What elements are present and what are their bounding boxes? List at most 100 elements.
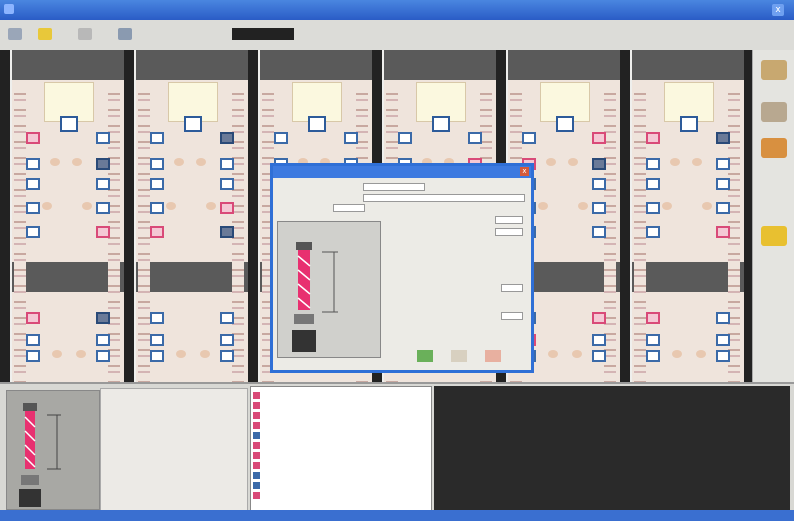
app-icon [4, 4, 14, 14]
ok-check-icon[interactable] [417, 350, 433, 362]
module-icon[interactable] [761, 138, 787, 158]
new-icon[interactable] [8, 28, 22, 40]
pin-pad[interactable] [646, 178, 660, 190]
pin-pad[interactable] [716, 178, 730, 190]
pin-pad[interactable] [646, 226, 660, 238]
info-icon[interactable] [451, 350, 467, 362]
via-dot [662, 202, 672, 210]
pin-pad[interactable] [592, 334, 606, 346]
via-dot [72, 158, 82, 166]
pin-pad[interactable] [716, 132, 730, 144]
dialog-field-6[interactable] [501, 284, 523, 292]
via-dot [206, 202, 216, 210]
pin-pad[interactable] [468, 132, 482, 144]
pin-pad[interactable] [220, 158, 234, 170]
layer-color-icon [253, 402, 260, 409]
pin-pad[interactable] [26, 350, 40, 362]
pin-pad[interactable] [96, 132, 110, 144]
dialog-field-7[interactable] [501, 312, 523, 320]
pin-pad[interactable] [96, 350, 110, 362]
pin-pad[interactable] [96, 334, 110, 346]
pin-pad[interactable] [592, 158, 606, 170]
pin-pad[interactable] [646, 202, 660, 214]
toolbar-field[interactable] [232, 28, 294, 40]
pin-pad[interactable] [26, 226, 40, 238]
via-dot [696, 350, 706, 358]
board-slot[interactable] [632, 50, 744, 385]
dialog-field-3[interactable] [333, 204, 365, 212]
pin-pad[interactable] [646, 312, 660, 324]
properties-dialog: x [270, 163, 534, 373]
component-info-panel [100, 388, 248, 512]
pin-pad[interactable] [592, 226, 606, 238]
dialog-close-button[interactable]: x [520, 167, 529, 176]
pin-pad[interactable] [716, 350, 730, 362]
layer-list[interactable] [250, 386, 432, 512]
pin-pad[interactable] [274, 132, 288, 144]
connector-icon[interactable] [761, 102, 787, 122]
pin-pad[interactable] [150, 312, 164, 324]
pin-pad[interactable] [716, 334, 730, 346]
pin-pad[interactable] [716, 202, 730, 214]
dialog-field-1[interactable] [363, 183, 425, 191]
pin-pad[interactable] [716, 226, 730, 238]
pin-pad[interactable] [646, 334, 660, 346]
pin-pad[interactable] [646, 158, 660, 170]
pin-pad[interactable] [646, 350, 660, 362]
pin-pad[interactable] [716, 158, 730, 170]
pin-pad[interactable] [592, 202, 606, 214]
via-dot [166, 202, 176, 210]
pin-pad[interactable] [150, 132, 164, 144]
pin-pad[interactable] [26, 132, 40, 144]
pin-pad[interactable] [26, 334, 40, 346]
pin-pad[interactable] [522, 132, 536, 144]
pin-pad[interactable] [220, 334, 234, 346]
pin-pad[interactable] [150, 178, 164, 190]
pin-pad[interactable] [344, 132, 358, 144]
pin-pad[interactable] [150, 158, 164, 170]
pin-pad[interactable] [96, 312, 110, 324]
pin-pad[interactable] [150, 202, 164, 214]
pin-pad[interactable] [220, 312, 234, 324]
dialog-field-5[interactable] [495, 228, 523, 236]
folder-icon[interactable] [761, 226, 787, 246]
dialog-field-2[interactable] [363, 194, 525, 202]
board-separator [248, 50, 258, 382]
pin-pad[interactable] [150, 334, 164, 346]
board-separator [124, 50, 134, 382]
pin-pad[interactable] [150, 226, 164, 238]
via-dot [702, 202, 712, 210]
output-pane [434, 386, 790, 510]
pin-pad[interactable] [96, 226, 110, 238]
slot-header [136, 50, 248, 80]
save-icon[interactable] [78, 28, 92, 40]
pin-pad[interactable] [96, 158, 110, 170]
pin-pad[interactable] [716, 312, 730, 324]
pin-pad[interactable] [398, 132, 412, 144]
pin-pad[interactable] [646, 132, 660, 144]
close-button[interactable]: x [772, 4, 784, 16]
pin-pad[interactable] [220, 132, 234, 144]
chip-icon[interactable] [761, 60, 787, 80]
pin-pad[interactable] [26, 312, 40, 324]
pin-pad[interactable] [220, 202, 234, 214]
dialog-field-4[interactable] [495, 216, 523, 224]
print-icon[interactable] [118, 28, 132, 40]
pin-pad[interactable] [592, 178, 606, 190]
pin-pad[interactable] [96, 178, 110, 190]
cancel-icon[interactable] [485, 350, 501, 362]
board-slot[interactable] [136, 50, 248, 385]
pin-pad[interactable] [592, 350, 606, 362]
pin-pad[interactable] [26, 178, 40, 190]
pin-pad[interactable] [220, 226, 234, 238]
pin-pad[interactable] [150, 350, 164, 362]
board-slot[interactable] [12, 50, 124, 385]
open-folder-icon[interactable] [38, 28, 52, 40]
pin-pad[interactable] [96, 202, 110, 214]
pin-pad[interactable] [592, 312, 606, 324]
pin-pad[interactable] [26, 158, 40, 170]
pin-pad[interactable] [220, 178, 234, 190]
pin-pad[interactable] [592, 132, 606, 144]
pin-pad[interactable] [220, 350, 234, 362]
pin-pad[interactable] [26, 202, 40, 214]
